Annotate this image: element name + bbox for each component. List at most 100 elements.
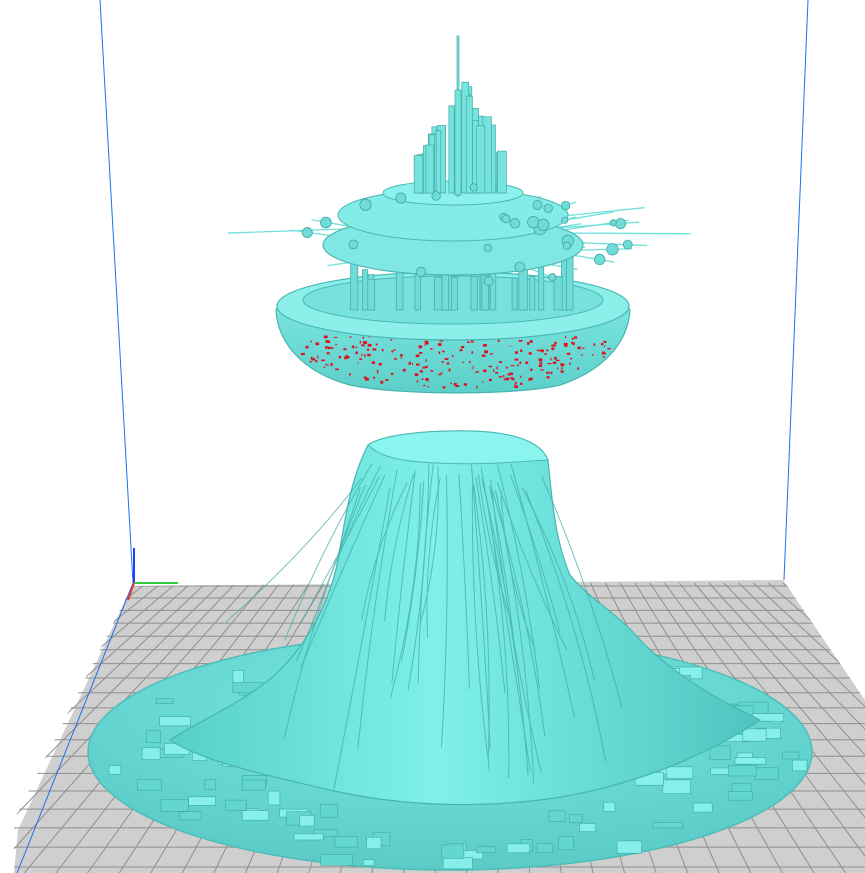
pillar — [434, 276, 443, 311]
overhang-speck — [315, 359, 318, 363]
overhang-speck — [323, 335, 328, 339]
overhang-speck — [554, 341, 557, 345]
base-tile — [363, 859, 375, 866]
overhang-speck — [498, 361, 503, 363]
overhang-speck — [560, 370, 564, 373]
antenna-node — [483, 243, 492, 253]
overhang-speck — [484, 344, 487, 347]
overhang-speck — [375, 343, 378, 346]
overhang-speck — [321, 359, 325, 362]
overhang-speck — [448, 368, 451, 372]
overhang-speck — [430, 348, 433, 350]
overhang-speck — [355, 346, 358, 349]
antenna-node — [543, 203, 553, 213]
overhang-speck — [312, 358, 316, 361]
overhang-speck — [338, 355, 342, 359]
overhang-speck — [359, 340, 362, 344]
base-tile — [241, 810, 269, 821]
antenna-node — [615, 218, 627, 230]
overhang-speck — [357, 362, 359, 364]
base-tile — [159, 716, 191, 727]
overhang-speck — [328, 341, 330, 344]
pillar — [395, 269, 404, 311]
base-tile — [569, 813, 583, 823]
base-tile — [141, 747, 161, 760]
overhang-speck — [361, 344, 365, 347]
overhang-speck — [569, 362, 571, 365]
overhang-speck — [556, 359, 560, 362]
overhang-speck — [359, 358, 363, 361]
floating-city-model[interactable] — [227, 35, 691, 394]
overhang-speck — [580, 354, 584, 356]
3d-viewport[interactable] — [0, 0, 865, 873]
overhang-speck — [488, 378, 492, 382]
overhang-speck — [450, 382, 452, 385]
pillar — [414, 274, 421, 311]
overhang-speck — [363, 376, 367, 379]
base-tile — [692, 802, 713, 813]
base-tile — [792, 759, 808, 772]
overhang-speck — [385, 379, 389, 381]
base-tile — [728, 765, 757, 777]
overhang-speck — [459, 349, 463, 352]
base-tile — [225, 799, 247, 811]
antenna-node — [609, 219, 617, 227]
overhang-speck — [607, 348, 611, 350]
overhang-speck — [317, 355, 319, 359]
overhang-speck — [493, 369, 495, 372]
overhang-speck — [421, 378, 424, 381]
tower — [413, 155, 424, 194]
base-tile — [727, 791, 753, 801]
overhang-speck — [475, 371, 479, 373]
overhang-speck — [344, 356, 348, 360]
overhang-speck — [544, 353, 547, 355]
overhang-speck — [498, 376, 503, 378]
base-tile — [662, 779, 691, 794]
overhang-speck — [310, 340, 312, 343]
overhang-speck — [527, 342, 530, 345]
base-tile — [188, 796, 216, 806]
overhang-speck — [418, 352, 423, 354]
base-tile — [334, 836, 358, 848]
overhang-speck — [309, 360, 312, 363]
overhang-speck — [547, 362, 552, 365]
overhang-speck — [536, 349, 541, 352]
overhang-speck — [528, 352, 532, 355]
overhang-speck — [380, 380, 384, 384]
base-tile — [232, 669, 244, 684]
overhang-speck — [326, 340, 329, 343]
overhang-speck — [603, 340, 607, 343]
pillar — [537, 262, 545, 311]
overhang-speck — [550, 357, 552, 361]
overhang-speck — [442, 386, 446, 389]
overhang-speck — [482, 381, 484, 383]
overhang-speck — [381, 348, 384, 352]
overhang-speck — [546, 349, 549, 352]
overhang-speck — [573, 336, 578, 339]
antenna-node — [514, 261, 525, 273]
overhang-speck — [424, 342, 429, 345]
overhang-speck — [393, 349, 396, 351]
base-tile — [558, 836, 574, 851]
overhang-speck — [373, 376, 375, 379]
base-tile — [137, 779, 162, 791]
overhang-speck — [300, 352, 305, 356]
overhang-speck — [367, 353, 371, 357]
overhang-speck — [455, 385, 460, 388]
overhang-speck — [393, 358, 398, 360]
overhang-speck — [551, 344, 556, 347]
overhang-speck — [355, 351, 358, 355]
overhang-speck — [414, 373, 419, 377]
overhang-speck — [351, 345, 354, 348]
overhang-speck — [408, 361, 411, 365]
overhang-speck — [441, 360, 444, 363]
overhang-speck — [348, 373, 351, 376]
overhang-speck — [310, 356, 313, 360]
overhang-speck — [571, 337, 574, 340]
overhang-speck — [419, 370, 423, 373]
overhang-speck — [561, 367, 563, 370]
overhang-speck — [502, 375, 505, 377]
overhang-speck — [335, 343, 338, 346]
overhang-speck — [503, 378, 505, 381]
base-tile — [476, 846, 497, 853]
